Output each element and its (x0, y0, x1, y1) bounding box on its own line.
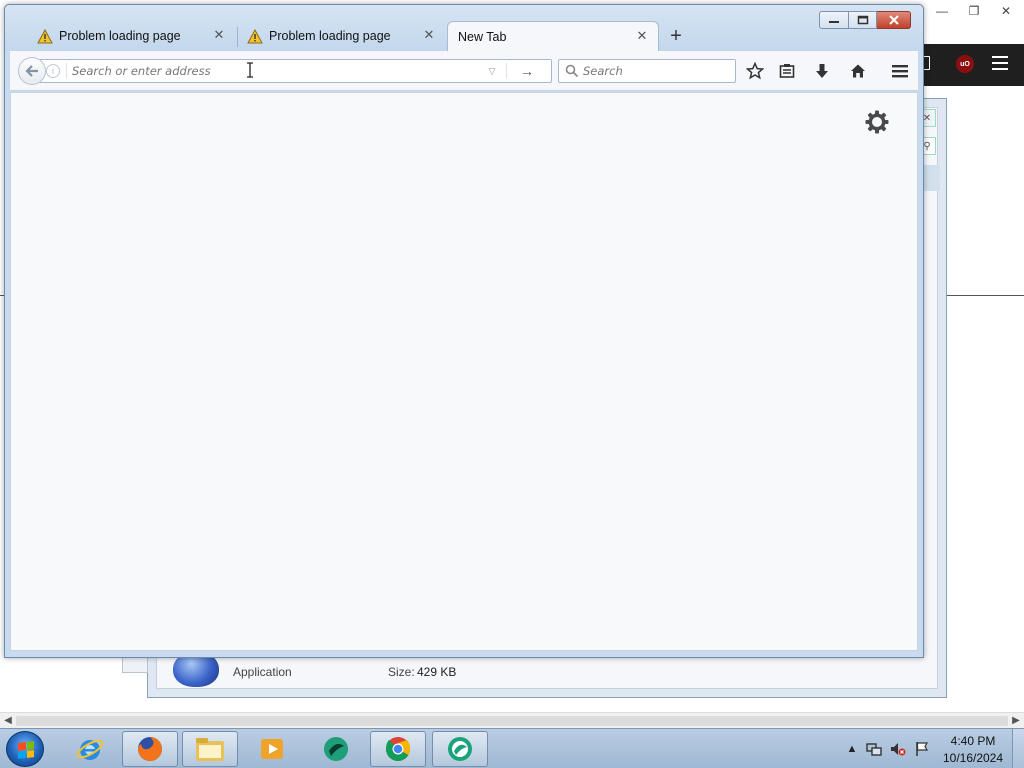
taskbar-firefox[interactable] (122, 731, 178, 767)
taskbar-green-app[interactable] (308, 731, 364, 767)
tab-close-icon[interactable]: ✕ (636, 29, 648, 42)
ublock-icon[interactable]: uO (956, 55, 974, 73)
dialog-side-bar (924, 165, 940, 191)
urlbar-separator (66, 63, 67, 79)
hamburger-menu-icon (892, 65, 908, 78)
tab-close-icon[interactable]: ✕ (213, 28, 225, 41)
clock-date[interactable]: 10/16/2024 (940, 751, 1006, 765)
media-player-icon (261, 739, 283, 759)
go-arrow-icon[interactable]: → (512, 61, 542, 81)
chrome-icon (386, 737, 410, 762)
network-icon[interactable] (866, 741, 882, 757)
home-button[interactable] (847, 60, 869, 82)
reading-list-button[interactable] (776, 60, 798, 82)
taskbar-media-player[interactable] (244, 731, 300, 767)
new-tab-plus-icon[interactable]: + (665, 25, 687, 47)
maximize-button[interactable] (849, 11, 877, 29)
address-input[interactable] (72, 62, 452, 80)
search-input[interactable] (583, 62, 731, 80)
firefox-titlebar[interactable]: Problem loading page ✕ Problem loading p… (5, 5, 923, 51)
maximize-icon (857, 15, 868, 25)
tab-title: Problem loading page (59, 29, 181, 43)
show-hidden-icons-icon[interactable]: ▲ (844, 741, 860, 757)
magnifier-icon (565, 64, 579, 78)
back-button[interactable] (18, 57, 46, 85)
green-circle-app-icon (324, 737, 348, 761)
back-arrow-icon (25, 65, 38, 77)
info-icon[interactable]: i (46, 64, 60, 78)
taskbar-internet-explorer[interactable] (62, 731, 118, 767)
background-minimize-button[interactable]: — (928, 2, 956, 19)
close-button[interactable] (877, 11, 911, 29)
scroll-right-icon[interactable]: ▶ (1008, 713, 1024, 729)
navigation-toolbar: i ▽ → (10, 51, 918, 91)
system-tray: ▲ 4:40 PM 10/16/2024 (842, 729, 1024, 768)
green-circle-app-icon (448, 737, 472, 761)
action-center-flag-icon[interactable] (914, 741, 930, 757)
taskbar-green-app-2[interactable] (432, 731, 488, 767)
tab-close-icon[interactable]: ✕ (423, 28, 435, 41)
clipboard-icon (779, 64, 795, 78)
home-icon (851, 64, 865, 78)
show-desktop-button[interactable] (1012, 729, 1024, 768)
url-bar[interactable]: i ▽ → (40, 59, 552, 83)
star-icon (746, 62, 764, 80)
close-icon (888, 15, 899, 25)
folder-icon (196, 738, 224, 761)
gear-icon[interactable] (864, 109, 890, 135)
bookmark-button[interactable] (744, 60, 766, 82)
tab-new-tab[interactable]: New Tab ✕ (447, 21, 659, 51)
file-size-value: 429 KB (417, 665, 457, 679)
background-restore-button[interactable]: ❐ (960, 2, 988, 19)
search-bar[interactable] (558, 59, 736, 83)
new-tab-page (10, 92, 918, 651)
minimize-button[interactable] (819, 11, 849, 29)
background-toolbar: uO (920, 44, 1024, 86)
scroll-left-icon[interactable]: ◀ (0, 713, 16, 729)
clock-time[interactable]: 4:40 PM (942, 734, 1004, 748)
firefox-window: Problem loading page ✕ Problem loading p… (4, 4, 924, 658)
start-button[interactable] (6, 731, 44, 767)
windows-logo-icon (18, 741, 34, 759)
file-type-label: Application (233, 665, 292, 679)
minimize-icon (829, 21, 839, 23)
menu-button[interactable] (889, 60, 911, 82)
downloads-button[interactable] (811, 60, 833, 82)
background-menu-icon[interactable] (992, 56, 1008, 70)
dropdown-arrow-icon[interactable]: ▽ (484, 63, 500, 79)
tab-problem-loading-2[interactable]: Problem loading page ✕ (237, 21, 445, 51)
background-close-button[interactable]: ✕ (992, 2, 1020, 19)
internet-explorer-icon (76, 739, 104, 760)
taskbar-file-explorer[interactable] (182, 731, 238, 767)
taskbar-chrome[interactable] (370, 731, 426, 767)
file-size-label: Size: (388, 665, 415, 679)
tab-title: Problem loading page (269, 29, 391, 43)
warning-icon (37, 28, 53, 43)
tab-title: New Tab (458, 29, 507, 44)
volume-muted-icon[interactable] (890, 741, 906, 757)
warning-icon (247, 28, 263, 43)
text-cursor-icon (247, 62, 253, 78)
download-arrow-icon (816, 64, 828, 78)
horizontal-scrollbar[interactable]: ◀ ▶ (0, 712, 1024, 728)
taskbar: ▲ 4:40 PM 10/16/2024 (0, 728, 1024, 768)
scrollbar-thumb[interactable] (16, 716, 1008, 726)
tab-problem-loading-1[interactable]: Problem loading page ✕ (27, 21, 235, 51)
firefox-icon (138, 737, 162, 761)
window-controls (819, 11, 911, 29)
urlbar-separator (506, 63, 507, 79)
